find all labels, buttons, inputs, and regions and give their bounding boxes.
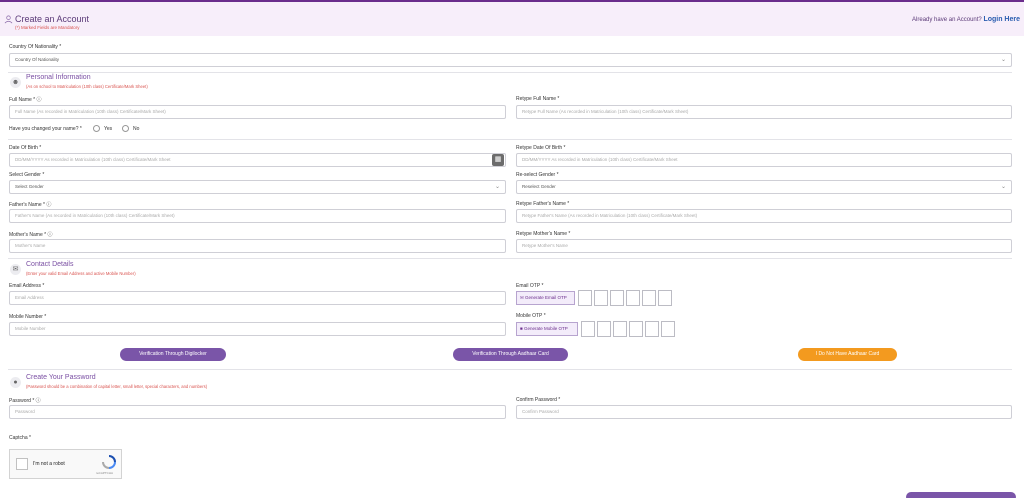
mobile-otp-digit[interactable] <box>645 321 659 337</box>
retype-father-name-label: Retype Father's Name * <box>516 201 570 207</box>
nationality-value: Country Of Nationality <box>15 57 60 62</box>
dob-label: Date Of Birth * <box>9 145 42 151</box>
chevron-down-icon: ⌄ <box>1000 184 1006 190</box>
create-password-title: Create Your Password <box>26 374 96 381</box>
login-prompt-text: Already have an Account? <box>912 17 982 23</box>
email-otp-label: Email OTP * <box>516 283 544 289</box>
section-divider <box>8 139 1012 140</box>
login-link[interactable]: Login Here <box>983 16 1020 23</box>
generate-email-otp-button[interactable]: ✉ Generate Email OTP <box>516 291 575 305</box>
mandatory-note: (*) Marked Fields are Mandatory <box>15 25 80 30</box>
nationality-label: Country Of Nationality * <box>9 44 62 50</box>
lock-icon: ● <box>10 377 21 388</box>
retype-gender-value: Reselect Gender <box>522 184 556 189</box>
envelope-icon: ✉ <box>10 264 21 275</box>
changed-name-no-radio[interactable] <box>122 125 129 132</box>
page-header: Create an Account (*) Marked Fields are … <box>0 0 1024 36</box>
email-otp-digit[interactable] <box>658 290 672 306</box>
retype-gender-label: Re-select Gender * <box>516 172 559 178</box>
mobile-otp-label: Mobile OTP * <box>516 313 546 319</box>
mother-name-input[interactable]: Mother's Name <box>9 239 506 253</box>
recaptcha-text: I'm not a robot <box>33 461 65 467</box>
retype-mother-name-input[interactable]: Retype Mother's Name <box>516 239 1012 253</box>
captcha-label: Captcha * <box>9 435 31 441</box>
email-otp-digit[interactable] <box>626 290 640 306</box>
password-note: (Password should be a combination of cap… <box>26 384 208 389</box>
section-divider <box>8 258 1012 259</box>
password-label: Password * ⓘ <box>9 398 41 404</box>
recaptcha-checkbox[interactable] <box>16 458 28 470</box>
password-input[interactable]: Password <box>9 405 506 419</box>
changed-name-no-label: No <box>133 126 140 132</box>
recaptcha-brand: reCAPTCHA <box>96 471 114 475</box>
section-divider <box>8 72 1012 73</box>
no-aadhaar-button[interactable]: I Do Not Have Aadhaar Card <box>798 348 897 361</box>
recaptcha-widget: I'm not a robot reCAPTCHA <box>9 449 122 479</box>
recaptcha-icon <box>102 455 116 469</box>
retype-gender-select[interactable]: Reselect Gender ⌄ <box>516 180 1012 194</box>
gender-select[interactable]: Select Gender ⌄ <box>9 180 506 194</box>
mobile-otp-digit[interactable] <box>581 321 595 337</box>
mother-name-label: Mother's Name * ⓘ <box>9 232 53 238</box>
retype-full-name-label: Retype Full Name * <box>516 96 560 102</box>
email-otp-digit[interactable] <box>578 290 592 306</box>
confirm-password-label: Confirm Password * <box>516 397 561 403</box>
changed-name-label: Have you changed your name? * <box>9 126 82 132</box>
generate-mobile-otp-button[interactable]: ■ Generate Mobile OTP <box>516 322 578 336</box>
calendar-icon[interactable]: ▦ <box>492 154 504 166</box>
verify-aadhaar-button[interactable]: Verification Through Aadhaar Card <box>453 348 568 361</box>
mobile-otp-digit[interactable] <box>613 321 627 337</box>
section-divider <box>8 369 1012 370</box>
retype-father-name-input[interactable]: Retype Father's Name (As recorded in Mat… <box>516 209 1012 223</box>
email-label: Email Address * <box>9 283 45 289</box>
retype-dob-label: Retype Date Of Birth * <box>516 145 566 151</box>
page-title: Create an Account <box>15 14 90 24</box>
mobile-otp-digit[interactable] <box>629 321 643 337</box>
retype-mother-name-label: Retype Mother's Name * <box>516 231 571 237</box>
mobile-otp-digit[interactable] <box>597 321 611 337</box>
generate-email-otp-label: Generate Email OTP <box>525 295 567 300</box>
father-name-label: Father's Name * ⓘ <box>9 202 52 208</box>
email-otp-digit[interactable] <box>594 290 608 306</box>
submit-button[interactable] <box>906 492 1016 498</box>
mobile-label: Mobile Number * <box>9 314 47 320</box>
personal-info-note: (As on school to Matriculation (10th cla… <box>26 84 148 89</box>
retype-full-name-input[interactable]: Retype Full Name (As recorded in Matricu… <box>516 105 1012 119</box>
contact-details-title: Contact Details <box>26 261 74 268</box>
father-name-input[interactable]: Father's Name (As recorded in Matriculat… <box>9 209 506 223</box>
gender-label: Select Gender * <box>9 172 45 178</box>
mobile-otp-digit[interactable] <box>661 321 675 337</box>
email-input[interactable]: Email Address <box>9 291 506 305</box>
chevron-down-icon: ⌄ <box>494 184 500 190</box>
personal-info-title: Personal Information <box>26 74 91 81</box>
changed-name-yes-label: Yes <box>104 126 113 132</box>
changed-name-yes-radio[interactable] <box>93 125 100 132</box>
dob-input[interactable]: DD/MM/YYYY As recorded in Matriculation … <box>9 153 506 167</box>
generate-mobile-otp-label: Generate Mobile OTP <box>523 326 568 331</box>
person-icon: ☻ <box>10 77 21 88</box>
verify-digilocker-button[interactable]: Verification Through Digilocker <box>120 348 226 361</box>
chevron-down-icon: ⌄ <box>1000 57 1006 63</box>
nationality-select[interactable]: Country Of Nationality ⌄ <box>9 53 1012 67</box>
retype-dob-input[interactable]: DD/MM/YYYY As recorded in Matriculation … <box>516 153 1012 167</box>
email-otp-digit[interactable] <box>610 290 624 306</box>
email-otp-digit[interactable] <box>642 290 656 306</box>
confirm-password-input[interactable]: Confirm Password <box>516 405 1012 419</box>
contact-details-note: (Enter your valid Email Address and acti… <box>26 271 136 276</box>
user-icon <box>4 15 13 24</box>
mobile-input[interactable]: Mobile Number <box>9 322 506 336</box>
full-name-input[interactable]: Full Name (As recorded in Matriculation … <box>9 105 506 119</box>
gender-value: Select Gender <box>15 184 44 189</box>
full-name-label: Full Name * ⓘ <box>9 97 42 103</box>
login-prompt: Already have an Account? Login Here <box>912 16 1020 23</box>
